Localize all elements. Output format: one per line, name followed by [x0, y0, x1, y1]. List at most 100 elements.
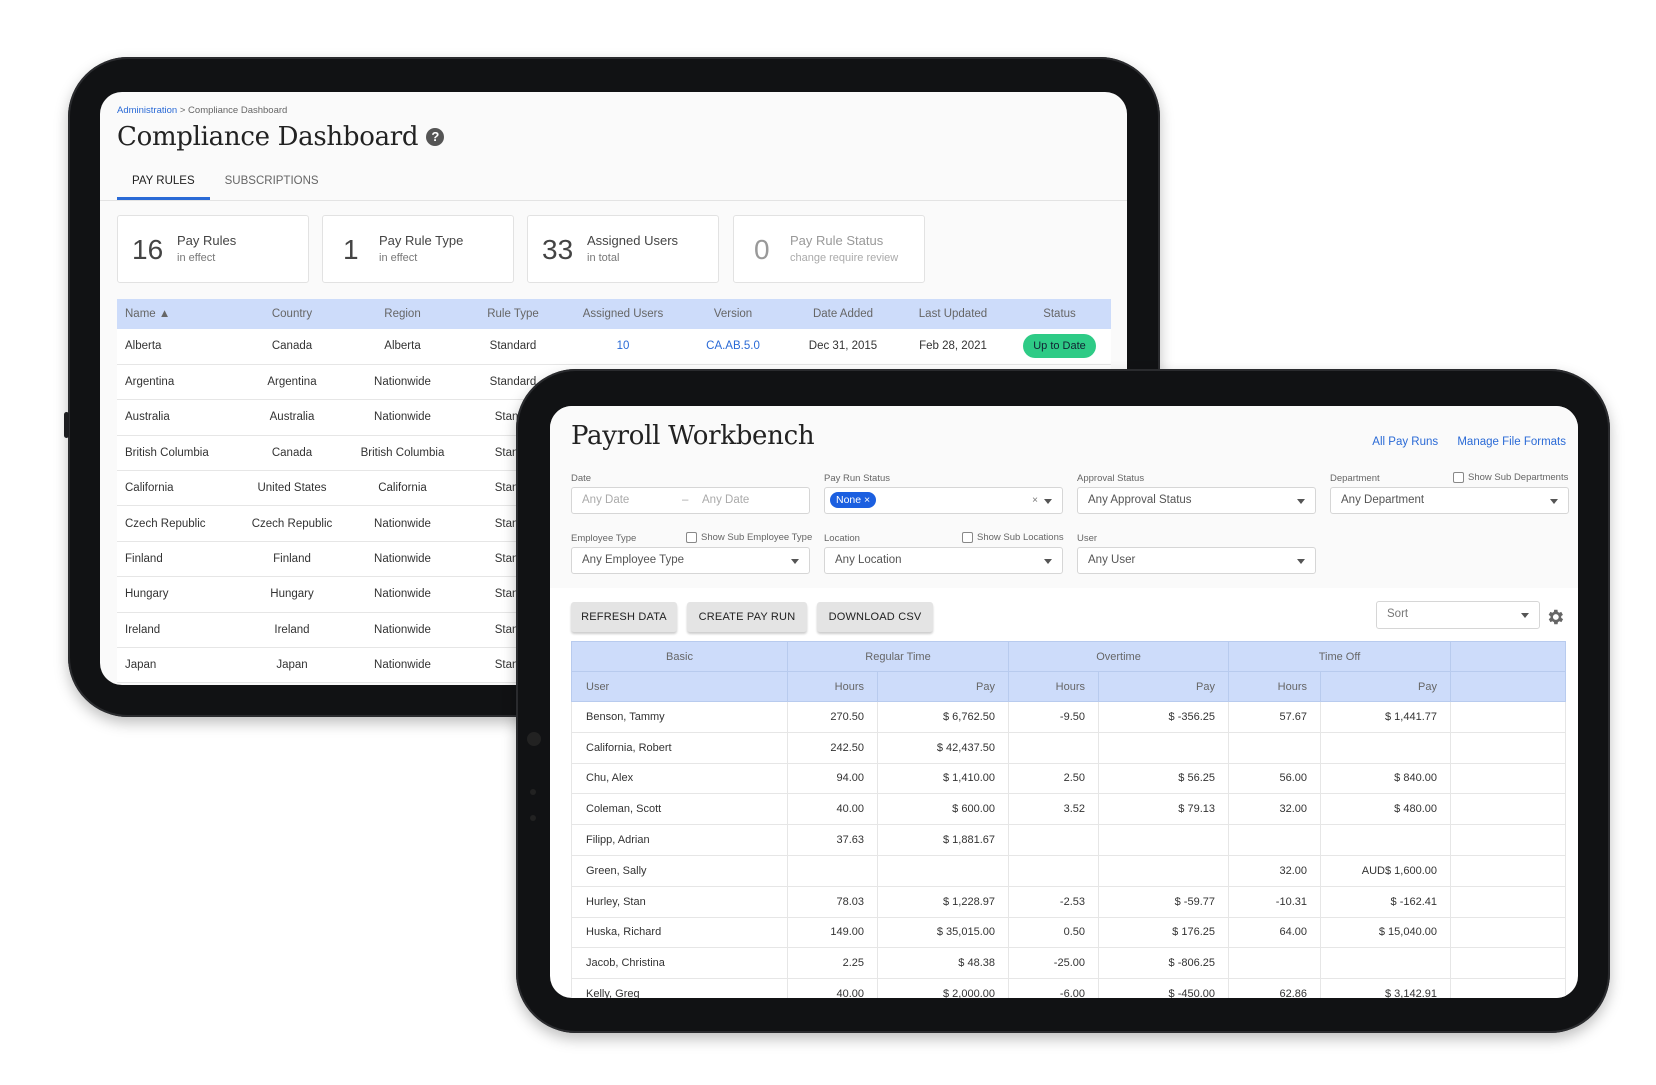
checkbox-icon[interactable] [686, 532, 697, 543]
table-row[interactable]: Benson, Tammy 270.50 $ 6,762.50 -9.50 $ -356… [571, 701, 1566, 733]
cell-name: Japan [117, 647, 237, 684]
chevron-down-icon[interactable] [1521, 613, 1529, 618]
tablet-payroll: Payroll Workbench All Pay Runs Manage Fi… [516, 369, 1610, 1033]
cell-overtime-pay: $ -806.25 [1098, 947, 1229, 980]
cell-timeoff-hours [1228, 824, 1321, 856]
show-sub-employee-type-checkbox[interactable]: Show Sub Employee Type [686, 532, 812, 543]
table-row[interactable]: Jacob, Christina 2.25 $ 48.38 -25.00 $ -806.… [571, 947, 1566, 980]
cell-regular-pay [877, 854, 1009, 887]
cell-country: Hungary [237, 576, 347, 613]
table-row[interactable]: Filipp, Adrian 37.63 $ 1,881.67 [571, 824, 1566, 856]
cell-regular-hours: 149.00 [787, 916, 878, 949]
download-csv-button[interactable]: DOWNLOAD CSV [817, 602, 933, 632]
stat-label: Pay Rules [177, 233, 237, 248]
column-header-rule-type[interactable]: Rule Type [458, 299, 568, 329]
cell-regular-hours [787, 854, 878, 887]
user-select[interactable]: Any User [1077, 547, 1316, 574]
clear-icon[interactable]: × [1032, 488, 1038, 513]
chevron-down-icon[interactable] [1550, 499, 1558, 504]
cell-regular-pay: $ 35,015.00 [877, 916, 1009, 949]
create-pay-run-button[interactable]: CREATE PAY RUN [687, 602, 807, 632]
pay-run-status-select[interactable]: None × × [824, 487, 1063, 514]
cell-country: Ireland [237, 612, 347, 649]
column-header-date-added[interactable]: Date Added [788, 299, 898, 329]
cell-rule-type: Standard [458, 329, 568, 365]
tab-pay-rules[interactable]: PAY RULES [117, 164, 210, 200]
checkbox-icon[interactable] [962, 532, 973, 543]
column-header-regular-pay[interactable]: Pay [877, 671, 1009, 702]
cell-date-added: Dec 31, 2015 [788, 329, 898, 365]
cell-country: Finland [237, 541, 347, 578]
cell-timeoff-hours: -10.31 [1228, 885, 1321, 918]
column-header-overtime-hours[interactable]: Hours [1008, 671, 1099, 702]
assigned-users-link[interactable]: 10 [617, 340, 630, 352]
cell-regular-pay: $ 1,228.97 [877, 885, 1009, 918]
table-row[interactable]: Coleman, Scott 40.00 $ 600.00 3.52 $ 79.13 32… [571, 793, 1566, 826]
column-header-region[interactable]: Region [347, 299, 458, 329]
location-select[interactable]: Any Location [824, 547, 1063, 574]
chevron-down-icon[interactable] [1044, 559, 1052, 564]
cell-name: Alberta [117, 329, 237, 365]
stat-sub: change require review [790, 252, 899, 264]
version-link[interactable]: CA.AB.5.0 [706, 340, 760, 352]
cell-timeoff-pay [1320, 947, 1451, 980]
status-chip-none[interactable]: None × [830, 492, 877, 508]
chevron-down-icon[interactable] [1297, 559, 1305, 564]
table-row[interactable]: Chu, Alex 94.00 $ 1,410.00 2.50 $ 56.25 56.00… [571, 762, 1566, 795]
column-header-version[interactable]: Version [678, 299, 788, 329]
table-row[interactable]: Green, Sally 32.00 AUD$ 1,600.00 [571, 854, 1566, 887]
help-icon[interactable]: ? [426, 128, 445, 146]
all-pay-runs-link[interactable]: All Pay Runs [1372, 436, 1438, 448]
show-sub-departments-checkbox[interactable]: Show Sub Departments [1453, 472, 1568, 483]
table-row[interactable]: Hurley, Stan 78.03 $ 1,228.97 -2.53 $ -59.77… [571, 885, 1566, 918]
stat-sub: in total [587, 252, 620, 264]
cell-overtime-hours [1008, 854, 1099, 887]
column-header-last-updated[interactable]: Last Updated [898, 299, 1008, 329]
manage-file-formats-link[interactable]: Manage File Formats [1457, 436, 1566, 448]
table-row[interactable]: Kelly, Greg 40.00 $ 2,000.00 -6.00 $ -450.00… [571, 978, 1566, 998]
stat-label: Assigned Users [587, 233, 679, 248]
column-header-timeoff-pay[interactable]: Pay [1320, 671, 1451, 702]
chevron-down-icon[interactable] [791, 559, 799, 564]
table-row[interactable]: California, Robert 242.50 $ 42,437.50 [571, 731, 1566, 764]
cell-overtime-pay: $ -450.00 [1098, 978, 1229, 998]
column-header-country[interactable]: Country [237, 299, 347, 329]
table-row[interactable]: Huska, Richard 149.00 $ 35,015.00 0.50 $ 176… [571, 916, 1566, 949]
column-header-status[interactable]: Status [1008, 299, 1111, 329]
employee-type-label: Employee Type [571, 533, 637, 544]
column-header-user[interactable]: User [571, 671, 788, 702]
column-header-assigned-users[interactable]: Assigned Users [568, 299, 678, 329]
column-header-timeoff-hours[interactable]: Hours [1228, 671, 1321, 702]
refresh-data-button[interactable]: REFRESH DATA [571, 602, 677, 632]
date-range-input[interactable]: Any Date – Any Date [571, 487, 810, 514]
column-header-regular-hours[interactable]: Hours [787, 671, 878, 702]
payroll-table: Basic Regular Time Overtime Time Off Use… [571, 641, 1566, 998]
page-title: Compliance Dashboard? [117, 122, 445, 152]
cell-overtime-pay: $ -356.25 [1098, 701, 1229, 733]
sort-select[interactable]: Sort [1376, 601, 1540, 629]
stat-value: 1 [343, 234, 359, 265]
cell-timeoff-hours [1228, 947, 1321, 980]
show-sub-locations-checkbox[interactable]: Show Sub Locations [962, 532, 1064, 543]
cell-extra [1450, 762, 1566, 795]
page-title-text: Compliance Dashboard [117, 122, 419, 152]
column-header-name[interactable]: Name ▲ [117, 299, 237, 329]
approval-status-select[interactable]: Any Approval Status [1077, 487, 1316, 514]
name-text: Australia [125, 411, 170, 424]
column-header-overtime-pay[interactable]: Pay [1098, 671, 1229, 702]
chevron-down-icon[interactable] [1044, 499, 1052, 504]
gear-icon[interactable] [1545, 607, 1565, 627]
column-header-extra [1450, 671, 1566, 702]
country-text: Canada [271, 446, 313, 459]
table-row[interactable]: Alberta Canada Alberta Standard 10 CA.AB.5.0 D… [117, 329, 1111, 365]
cell-name: California [117, 470, 237, 507]
name-text: Argentina [125, 376, 175, 389]
checkbox-icon[interactable] [1453, 472, 1464, 483]
employee-type-select[interactable]: Any Employee Type [571, 547, 810, 574]
tab-subscriptions[interactable]: SUBSCRIPTIONS [210, 164, 334, 200]
department-select[interactable]: Any Department [1330, 487, 1569, 514]
checkbox-label: Show Sub Locations [977, 532, 1064, 543]
chevron-down-icon[interactable] [1297, 499, 1305, 504]
breadcrumb-administration-link[interactable]: Administration [117, 105, 177, 116]
cell-extra [1450, 701, 1566, 733]
